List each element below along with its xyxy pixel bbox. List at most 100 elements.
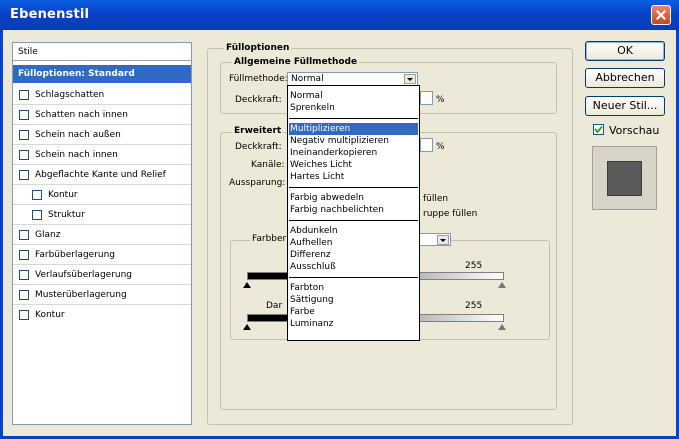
blend-mode-option[interactable]: Sprenkeln <box>289 102 418 114</box>
style-checkbox[interactable] <box>19 129 29 140</box>
cancel-button[interactable]: Abbrechen <box>585 68 665 88</box>
checkmark-icon <box>594 125 603 134</box>
style-item-label: Abgeflachte Kante und Relief <box>35 170 166 180</box>
style-checkbox[interactable] <box>19 169 29 180</box>
general-opacity-label: Deckkraft: <box>235 95 282 105</box>
style-item-label: Struktur <box>48 210 85 220</box>
style-item-label: Schein nach außen <box>35 130 121 140</box>
list-separator <box>13 224 191 225</box>
style-item-label: Glanz <box>35 230 61 240</box>
this-layer-max-value: 255 <box>465 261 483 271</box>
style-item[interactable]: Schatten nach innen <box>19 107 128 123</box>
knockout-label: Aussparung: <box>229 178 286 188</box>
blend-mode-option[interactable]: Ineinanderkopieren <box>289 147 418 159</box>
blend-mode-option[interactable]: Sättigung <box>289 294 418 306</box>
blend-mode-option[interactable]: Luminanz <box>289 318 418 330</box>
blend-mode-option[interactable]: Ausschluß <box>289 261 418 273</box>
underlying-white-slider[interactable] <box>498 324 506 330</box>
style-checkbox[interactable] <box>32 209 42 220</box>
style-item[interactable]: Schein nach innen <box>19 147 118 163</box>
style-checkbox[interactable] <box>19 289 29 300</box>
style-checkbox[interactable] <box>19 149 29 160</box>
general-opacity-unit: % <box>436 95 445 105</box>
style-checkbox[interactable] <box>19 109 29 120</box>
style-item-label: Kontur <box>35 310 65 320</box>
blend-mode-option[interactable]: Aufhellen <box>289 237 418 249</box>
window-title: Ebenenstil <box>10 7 90 22</box>
style-item-label: Musterüberlagerung <box>35 290 127 300</box>
advanced-blending-title: Erweitert <box>232 126 284 136</box>
styles-header[interactable]: Stile <box>13 43 191 61</box>
list-separator <box>13 104 191 105</box>
list-separator <box>13 304 191 305</box>
style-item[interactable]: Struktur <box>32 207 85 223</box>
blend-mode-option[interactable]: Farbig nachbelichten <box>289 204 418 216</box>
style-item[interactable]: Glanz <box>19 227 60 243</box>
list-separator <box>13 124 191 125</box>
style-item[interactable]: Abgeflachte Kante und Relief <box>19 167 166 183</box>
style-item-label: Farbüberlagerung <box>35 250 116 260</box>
blend-mode-option[interactable]: Normal <box>289 90 418 102</box>
close-button[interactable] <box>651 5 671 25</box>
list-separator <box>13 244 191 245</box>
preview-thumbnail <box>592 146 657 210</box>
general-blending-title: Allgemeine Füllmethode <box>232 57 360 67</box>
style-item[interactable]: Musterüberlagerung <box>19 287 127 303</box>
blend-mode-dropdown-list: Normal Sprenkeln Multiplizieren Negativ mul… <box>287 85 420 341</box>
blend-if-select[interactable] <box>419 233 451 246</box>
chevron-down-icon[interactable] <box>437 235 449 245</box>
dropdown-separator <box>289 118 418 119</box>
style-checkbox[interactable] <box>19 249 29 260</box>
dropdown-separator <box>289 277 418 278</box>
blend-mode-option[interactable]: Farbton <box>289 282 418 294</box>
preview-checkbox[interactable] <box>593 124 604 135</box>
chevron-down-icon[interactable] <box>404 74 416 84</box>
list-separator <box>13 204 191 205</box>
blend-mode-option[interactable]: Negativ multiplizieren <box>289 135 418 147</box>
style-checkbox[interactable] <box>19 269 29 280</box>
general-opacity-input[interactable] <box>420 91 433 105</box>
blend-mode-option[interactable]: Abdunkeln <box>289 225 418 237</box>
blend-if-label: Farbber <box>250 234 289 244</box>
style-item[interactable]: Kontur <box>19 307 65 323</box>
list-separator <box>13 284 191 285</box>
style-item[interactable]: Farbüberlagerung <box>19 247 115 263</box>
blend-interior-label: füllen <box>423 194 449 204</box>
style-checkbox[interactable] <box>32 189 42 200</box>
blend-mode-option[interactable]: Differenz <box>289 249 418 261</box>
underlying-black-slider[interactable] <box>243 324 251 330</box>
blend-clipped-label: ruppe füllen <box>423 209 478 219</box>
blend-mode-value: Normal <box>291 74 324 84</box>
this-layer-white-slider[interactable] <box>498 282 506 288</box>
style-checkbox[interactable] <box>19 229 29 240</box>
preview-square <box>607 161 642 196</box>
dropdown-separator <box>289 187 418 188</box>
style-item[interactable]: Schlagschatten <box>19 87 104 103</box>
advanced-opacity-unit: % <box>436 142 445 152</box>
list-separator <box>13 184 191 185</box>
this-layer-black-slider[interactable] <box>243 282 251 288</box>
blend-mode-select[interactable]: Normal <box>287 72 418 86</box>
list-separator <box>13 144 191 145</box>
blend-mode-option[interactable]: Hartes Licht <box>289 171 418 183</box>
ok-button[interactable]: OK <box>585 41 665 61</box>
style-item-label: Kontur <box>48 190 78 200</box>
dropdown-separator <box>289 220 418 221</box>
blend-mode-option[interactable]: Farbe <box>289 306 418 318</box>
new-style-button[interactable]: Neuer Stil... <box>585 96 665 116</box>
list-separator <box>13 264 191 265</box>
blend-mode-option[interactable]: Weiches Licht <box>289 159 418 171</box>
style-item[interactable]: Schein nach außen <box>19 127 121 143</box>
advanced-opacity-input[interactable] <box>420 138 433 152</box>
style-checkbox[interactable] <box>19 89 29 100</box>
blend-mode-option[interactable]: Farbig abwedeln <box>289 192 418 204</box>
style-checkbox[interactable] <box>19 309 29 320</box>
style-item-label: Schlagschatten <box>35 90 105 100</box>
title-bar <box>0 0 679 30</box>
blending-options-title: Fülloptionen <box>224 43 292 53</box>
advanced-opacity-label: Deckkraft: <box>235 142 282 152</box>
style-item[interactable]: Verlaufsüberlagerung <box>19 267 132 283</box>
style-item-blending-options[interactable]: Fülloptionen: Standard <box>13 65 191 83</box>
style-item[interactable]: Kontur <box>32 187 78 203</box>
blend-mode-option[interactable]: Multiplizieren <box>289 123 418 135</box>
